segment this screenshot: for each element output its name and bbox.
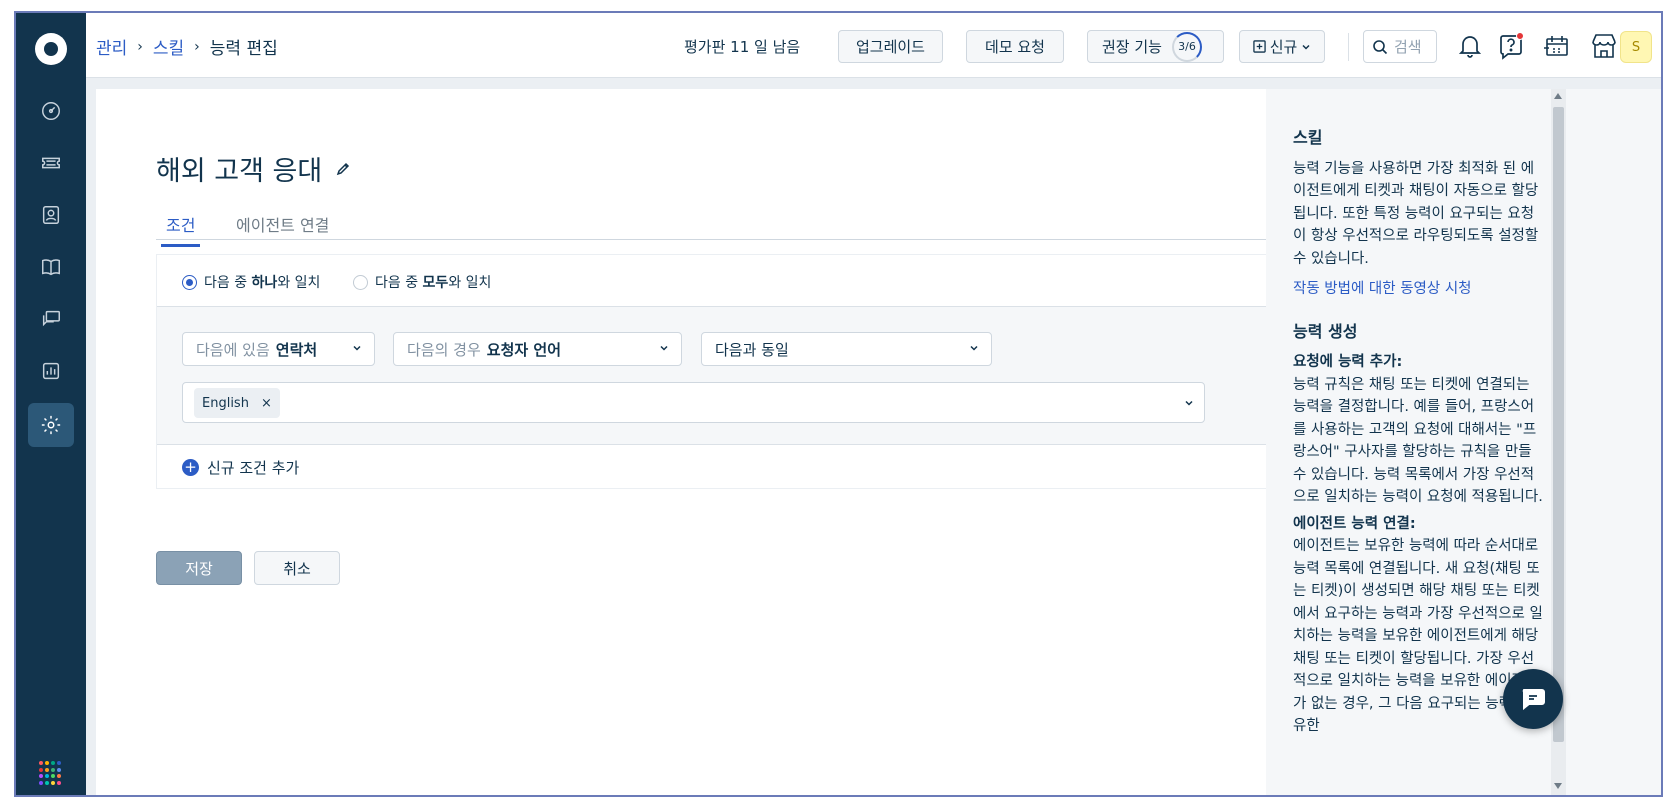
entity-select[interactable]: 다음에 있음 연락처 — [182, 332, 375, 366]
sidebar-item-reports[interactable] — [28, 349, 74, 393]
header-divider — [1348, 33, 1349, 61]
marketplace-icon — [1592, 34, 1616, 58]
tab-conditions[interactable]: 조건 — [161, 212, 201, 247]
search-icon — [1373, 39, 1388, 54]
scroll-down-arrow[interactable] — [1554, 783, 1562, 789]
breadcrumb-current: 능력 편집 — [209, 39, 278, 59]
help-intro: 능력 기능을 사용하면 가장 최적화 된 에이전트에게 티켓과 채팅이 자동으로… — [1293, 160, 1539, 267]
breadcrumb-admin[interactable]: 관리 — [96, 34, 127, 59]
plus-circle-icon: + — [182, 459, 199, 476]
recommended-progress: 3/6 — [1171, 31, 1202, 62]
add-condition-button[interactable]: + 신규 조건 추가 — [182, 457, 299, 478]
page-title: 해외 고객 응대 — [156, 149, 350, 188]
tag-remove-icon[interactable]: × — [261, 396, 272, 411]
top-header: 관리 › 스킬 › 능력 편집 평가판 11 일 남음 업그레이드 데모 요청 … — [86, 13, 1661, 78]
entity-select-value: 연락처 — [275, 340, 318, 359]
admin-settings-icon — [41, 415, 61, 435]
app-window: 관리 › 스킬 › 능력 편집 평가판 11 일 남음 업그레이드 데모 요청 … — [14, 11, 1663, 797]
help-add-to-request-body: 능력 규칙은 채팅 또는 티켓에 연결되는 능력을 결정합니다. 예를 들어, … — [1293, 376, 1543, 506]
app-switcher-icon[interactable] — [39, 761, 63, 785]
sidebar-item-dashboard[interactable] — [28, 89, 74, 133]
pencil-icon[interactable] — [336, 162, 350, 176]
conversations-icon — [42, 310, 60, 327]
value-tag-label: English — [202, 395, 249, 411]
help-panel: 스킬 능력 기능을 사용하면 가장 최적화 된 에이전트에게 티켓과 채팅이 자… — [1266, 89, 1661, 795]
breadcrumb: 관리 › 스킬 › 능력 편집 — [96, 34, 278, 60]
entity-select-prefix: 다음에 있음 — [196, 340, 270, 359]
freshdesk-logo-icon[interactable] — [35, 33, 67, 65]
chevron-down-icon — [1302, 44, 1310, 50]
condition-rule: 다음에 있음 연락처 다음의 경우 요청자 언어 다음과 동일 English — [157, 307, 1278, 445]
tickets-icon — [42, 157, 60, 169]
search-placeholder: 검색 — [1394, 38, 1422, 56]
field-select-value: 요청자 언어 — [486, 340, 562, 359]
chevron-down-icon — [1185, 400, 1193, 406]
radio-dot — [353, 274, 368, 290]
breadcrumb-skills[interactable]: 스킬 — [153, 34, 184, 59]
calendar-icon — [1544, 36, 1568, 56]
notifications-button[interactable] — [1455, 31, 1485, 61]
breadcrumb-separator: › — [194, 38, 200, 55]
main-content: 해외 고객 응대 조건 에이전트 연결 다음 중 하나와 일치 다음 중 모두와… — [96, 89, 1279, 795]
marketplace-button[interactable] — [1589, 31, 1619, 61]
chevron-down-icon — [970, 345, 978, 351]
operator-select-value: 다음과 동일 — [715, 340, 789, 359]
value-tag: English × — [194, 388, 280, 418]
tab-agent-connection[interactable]: 에이전트 연결 — [236, 212, 329, 244]
sidebar-item-admin[interactable] — [28, 403, 74, 447]
help-button[interactable] — [1496, 31, 1526, 61]
help-icon — [1500, 32, 1524, 60]
help-agent-link-title: 에이전트 능력 연결: — [1293, 515, 1416, 532]
recommended-features-label: 권장 기능 — [1102, 38, 1162, 56]
bell-icon — [1459, 36, 1481, 58]
upgrade-button[interactable]: 업그레이드 — [838, 30, 943, 63]
sidebar-item-contacts[interactable] — [28, 193, 74, 237]
global-search[interactable]: 검색 — [1363, 30, 1437, 63]
recommended-features-button[interactable]: 권장 기능 3/6 — [1087, 30, 1224, 63]
watch-video-link[interactable]: 작동 방법에 대한 동영상 시청 — [1293, 278, 1545, 301]
match-type-row: 다음 중 하나와 일치 다음 중 모두와 일치 — [157, 255, 1278, 307]
tab-bar: 조건 에이전트 연결 — [156, 206, 1279, 247]
value-multiselect[interactable]: English × — [182, 382, 1205, 423]
skill-name: 해외 고객 응대 — [156, 156, 323, 187]
help-create-title: 능력 생성 — [1293, 321, 1358, 341]
cancel-button[interactable]: 취소 — [254, 551, 340, 585]
conditions-panel: 다음 중 하나와 일치 다음 중 모두와 일치 다음에 있음 연락처 다음의 경… — [156, 254, 1279, 489]
new-button-label: 신규 — [1269, 38, 1298, 56]
sidebar — [16, 13, 86, 795]
chat-bubble-icon — [1522, 689, 1545, 710]
calendar-button[interactable] — [1542, 31, 1572, 61]
scroll-up-arrow[interactable] — [1554, 93, 1562, 99]
save-button[interactable]: 저장 — [156, 551, 242, 585]
help-add-to-request-title: 요청에 능력 추가: — [1293, 354, 1403, 370]
radio-dot — [182, 274, 197, 290]
sidebar-item-solutions[interactable] — [28, 245, 74, 289]
solutions-icon — [42, 259, 60, 276]
chevron-down-icon — [660, 345, 668, 351]
operator-select[interactable]: 다음과 동일 — [701, 332, 992, 366]
sidebar-item-conversations[interactable] — [28, 297, 74, 341]
sidebar-item-tickets[interactable] — [28, 141, 74, 185]
chevron-down-icon — [353, 345, 361, 351]
dashboard-icon — [42, 102, 60, 120]
breadcrumb-separator: › — [137, 38, 143, 55]
add-condition-label: 신규 조건 추가 — [207, 459, 300, 477]
request-demo-button[interactable]: 데모 요청 — [966, 30, 1064, 63]
new-button[interactable]: 신규 — [1239, 30, 1325, 63]
help-content: 스킬 능력 기능을 사용하면 가장 최적화 된 에이전트에게 티켓과 채팅이 자… — [1293, 127, 1545, 738]
plus-square-icon — [1252, 40, 1266, 53]
radio-match-all-label: 다음 중 모두와 일치 — [375, 275, 492, 291]
contacts-icon — [42, 206, 60, 224]
radio-match-any-label: 다음 중 하나와 일치 — [204, 275, 321, 291]
scrollbar-thumb[interactable] — [1553, 107, 1564, 742]
radio-match-any[interactable]: 다음 중 하나와 일치 — [182, 272, 320, 292]
field-select[interactable]: 다음의 경우 요청자 언어 — [393, 332, 682, 366]
field-select-prefix: 다음의 경우 — [407, 340, 481, 359]
radio-match-all[interactable]: 다음 중 모두와 일치 — [353, 272, 491, 292]
trial-days-remaining: 평가판 11 일 남음 — [684, 38, 801, 56]
chat-widget-button[interactable] — [1503, 669, 1563, 729]
user-avatar[interactable]: S — [1620, 31, 1652, 63]
help-title: 스킬 — [1293, 128, 1323, 147]
reports-icon — [42, 362, 60, 380]
